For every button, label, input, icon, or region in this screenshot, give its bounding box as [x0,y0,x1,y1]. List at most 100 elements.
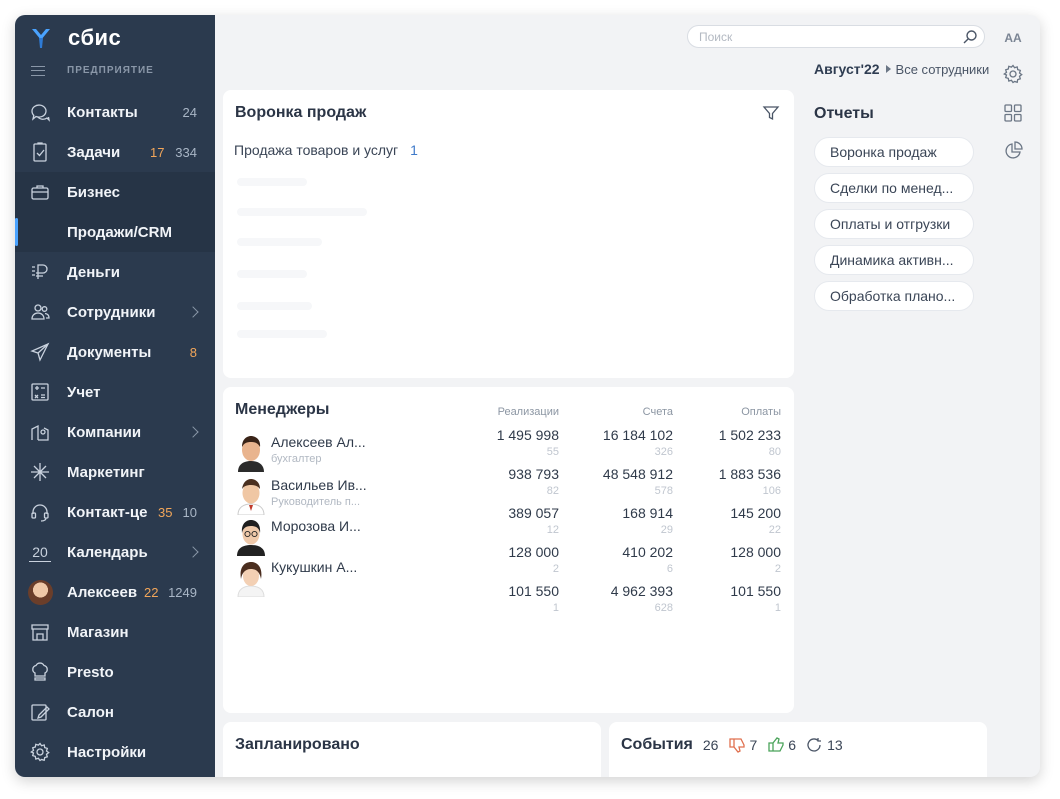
sidebar-item-tasks[interactable]: Задачи 17 334 [15,132,215,172]
sidebar-item-contact-center[interactable]: Контакт-це 35 10 [15,492,215,532]
manager-row[interactable]: Кукушкин А... [234,557,434,598]
pie-chart-icon[interactable] [1000,138,1026,164]
report-link[interactable]: Оплаты и отгрузки [814,209,974,239]
app-window: сбис ПРЕДПРИЯТИЕ Контакты 24 Задачи 17 3… [15,15,1040,777]
column-header[interactable]: Оплаты [671,406,781,418]
sidebar-item-documents[interactable]: Документы 8 [15,332,215,372]
sidebar-item-salon[interactable]: Салон [15,692,215,732]
period-selector[interactable]: Август'22 Все сотрудники [814,61,989,77]
period-month[interactable]: Август'22 [814,61,880,77]
manager-row[interactable]: Алексеев Ал... бухгалтер [234,432,434,472]
funnel-row-count: 1 [410,142,418,158]
avatar [234,516,268,556]
sales-count: 2 [552,563,559,575]
sales-count: 55 [546,446,559,458]
reports-panel: Отчеты Воронка продаж Сделки по менед...… [814,90,994,311]
menu-header: ПРЕДПРИЯТИЕ [31,65,154,76]
chef-hat-icon [29,661,51,683]
sidebar-item-business[interactable]: Бизнес [15,172,215,212]
manager-row[interactable]: Морозова И... [234,516,434,556]
sidebar-item-employees[interactable]: Сотрудники [15,292,215,332]
logo[interactable]: сбис [31,25,121,51]
storefront-icon [29,621,51,643]
card-title: Менеджеры [235,401,330,418]
sidebar-item-label: Продажи/CRM [67,223,172,241]
sidebar-item-label: Контакты [67,103,138,121]
sidebar-item-label: Салон [67,703,114,721]
sidebar-item-label: Компании [67,423,142,441]
sidebar-item-presto[interactable]: Presto [15,652,215,692]
sidebar-item-label: Задачи [67,143,121,161]
search-icon[interactable] [962,29,978,45]
repeats-stat[interactable]: 13 [806,737,843,753]
sales-count: 82 [546,485,559,497]
brand-name: сбис [68,25,122,50]
events-card: События 26 7 6 13 [609,722,987,777]
card-title: Запланировано [235,736,360,753]
sidebar-item-label: Учет [67,383,101,401]
headset-icon [29,501,51,523]
placeholder-line [237,178,307,186]
sidebar-item-label: Деньги [67,263,120,281]
sidebar-item-profile[interactable]: Алексеев 22 1249 [15,572,215,612]
sidebar-item-label: Контакт-це [67,503,147,521]
events-header: События 26 7 6 13 [621,736,843,754]
bills-count: 628 [654,602,673,614]
hamburger-icon[interactable] [31,65,45,76]
manager-row[interactable]: Васильев Ив... Руководитель п... [234,475,434,516]
bills-value: 168 914 [622,505,673,521]
sales-funnel-card: Воронка продаж Продажа товаров и услуг 1 [223,90,794,378]
sales-count: 12 [546,524,559,536]
sidebar: сбис ПРЕДПРИЯТИЕ Контакты 24 Задачи 17 3… [15,15,215,777]
payments-value: 145 200 [730,505,781,521]
bills-value: 48 548 912 [602,466,673,482]
sidebar-item-shop[interactable]: Магазин [15,612,215,652]
sidebar-item-companies[interactable]: Компании [15,412,215,452]
sidebar-item-accounting[interactable]: Учет [15,372,215,412]
chevron-right-icon[interactable] [187,426,199,438]
bills-value: 4 962 393 [610,583,673,599]
funnel-row[interactable]: Продажа товаров и услуг 1 [234,142,418,158]
report-link[interactable]: Сделки по менед... [814,173,974,203]
placeholder-line [237,238,322,246]
sidebar-item-settings[interactable]: Настройки [15,732,215,772]
font-size-toggle[interactable]: AA [1000,25,1026,51]
sales-value: 101 550 [508,583,559,599]
report-link[interactable]: Обработка плано... [814,281,974,311]
search-input[interactable]: Поиск [687,25,985,48]
column-header[interactable]: Реализации [449,406,559,418]
placeholder-line [237,330,327,338]
sidebar-item-sales-crm[interactable]: Продажи/CRM [15,212,215,252]
sidebar-item-contacts[interactable]: Контакты 24 [15,92,215,132]
dislikes-count: 7 [749,737,758,753]
sidebar-item-label: Магазин [67,623,129,641]
sidebar-item-calendar[interactable]: 20 Календарь [15,532,215,572]
payments-count: 1 [774,602,781,614]
report-link[interactable]: Динамика активн... [814,245,974,275]
bills-count: 326 [654,446,673,458]
sidebar-item-label: Документы [67,343,152,361]
filter-icon[interactable] [762,104,780,122]
gear-icon [29,741,51,763]
employee-scope[interactable]: Все сотрудники [896,62,990,77]
column-header[interactable]: Счета [563,406,673,418]
settings-gear-icon[interactable] [1000,61,1026,87]
sidebar-item-marketing[interactable]: Маркетинг [15,452,215,492]
likes-stat[interactable]: 6 [767,737,796,753]
chevron-right-icon[interactable] [187,306,199,318]
chevron-right-icon[interactable] [187,546,199,558]
grid-view-icon[interactable] [1000,100,1026,126]
briefcase-icon [29,181,51,203]
manager-name: Васильев Ив... [271,477,367,493]
sidebar-item-money[interactable]: Деньги [15,252,215,292]
bills-value: 410 202 [622,544,673,560]
dislikes-stat[interactable]: 7 [728,737,757,753]
payments-value: 128 000 [730,544,781,560]
payments-value: 1 883 536 [718,466,781,482]
thumbs-up-icon [768,737,784,752]
report-link[interactable]: Воронка продаж [814,137,974,167]
sales-count: 1 [552,602,559,614]
section-label: ПРЕДПРИЯТИЕ [67,65,154,76]
call-count: 10 [182,504,197,520]
manager-name: Кукушкин А... [271,559,358,575]
